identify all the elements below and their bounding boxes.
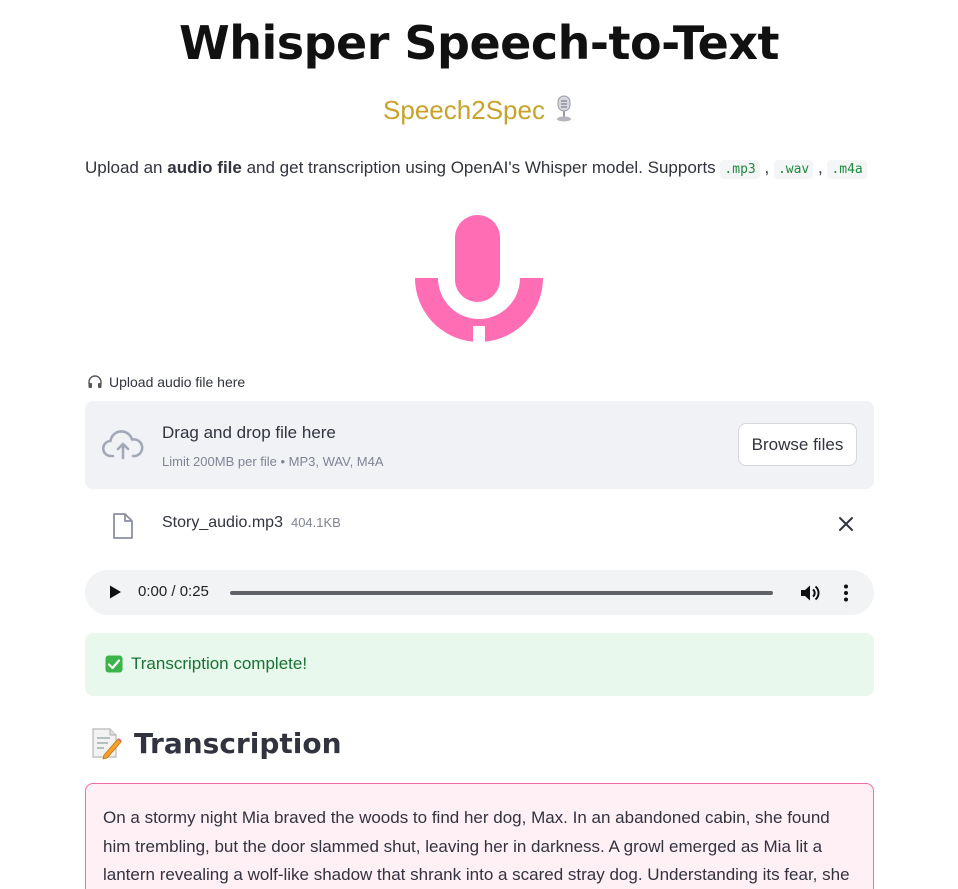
dropzone-instructions: Drag and drop file here <box>162 423 336 442</box>
upload-label: Upload audio file here <box>87 374 245 390</box>
intro-text: Upload an audio file and get transcripti… <box>85 158 867 179</box>
success-message: Transcription complete! <box>131 654 308 673</box>
play-icon[interactable] <box>107 584 123 600</box>
intro-bold: audio file <box>167 158 242 177</box>
browse-files-button[interactable]: Browse files <box>738 423 857 466</box>
transcription-heading-text: Transcription <box>134 726 342 760</box>
microphone-logo-icon <box>415 215 543 342</box>
check-mark-icon <box>105 655 123 673</box>
file-dropzone[interactable]: Drag and drop file here Limit 200MB per … <box>85 401 874 489</box>
headphones-icon <box>88 375 102 388</box>
uploaded-file: Story_audio.mp3 404.1KB <box>85 504 874 544</box>
memo-icon <box>92 728 122 760</box>
file-name-line: Story_audio.mp3 404.1KB <box>162 514 341 532</box>
format-mp3: .mp3 <box>720 160 760 179</box>
format-m4a: .m4a <box>827 160 867 179</box>
subtitle-text: Speech2Spec <box>383 95 545 125</box>
seek-bar[interactable] <box>230 591 773 595</box>
cloud-upload-icon <box>102 430 144 460</box>
file-name: Story_audio.mp3 <box>162 514 283 531</box>
transcription-heading: Transcription <box>90 726 342 760</box>
transcription-text: On a stormy night Mia braved the woods t… <box>103 808 850 884</box>
transcription-box: On a stormy night Mia braved the woods t… <box>85 783 874 889</box>
studio-microphone-icon <box>556 95 571 122</box>
page-title: Whisper Speech-to-Text <box>178 16 780 70</box>
more-options-icon[interactable] <box>839 583 853 603</box>
file-size: 404.1KB <box>290 515 341 530</box>
remove-file-icon[interactable] <box>838 516 854 532</box>
playback-time: 0:00 / 0:25 <box>138 583 209 600</box>
success-alert: Transcription complete! <box>85 633 874 696</box>
format-wav: .wav <box>773 160 814 179</box>
app-subtitle: Speech2Spec <box>0 95 958 126</box>
volume-icon[interactable] <box>799 582 821 604</box>
upload-label-text: Upload audio file here <box>109 374 246 390</box>
file-icon <box>113 513 133 539</box>
audio-player[interactable]: 0:00 / 0:25 <box>85 570 874 615</box>
dropzone-limit: Limit 200MB per file • MP3, WAV, M4A <box>162 454 384 469</box>
